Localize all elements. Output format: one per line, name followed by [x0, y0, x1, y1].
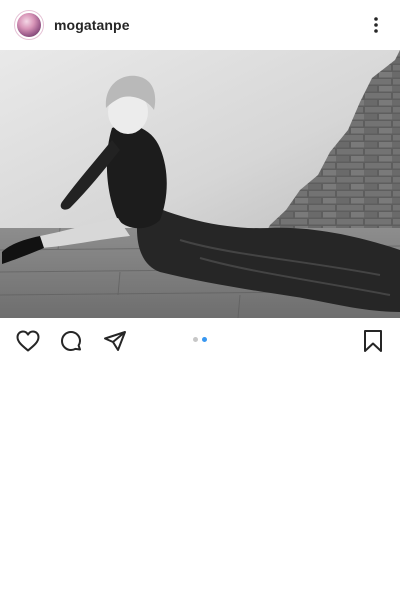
- more-options-button[interactable]: [366, 10, 386, 40]
- carousel-dot-active[interactable]: [202, 337, 207, 342]
- avatar-image: [17, 13, 41, 37]
- bookmark-icon: [364, 330, 382, 352]
- post-photo-artwork: [0, 50, 400, 318]
- share-button[interactable]: [102, 328, 128, 354]
- carousel-dot[interactable]: [193, 337, 198, 342]
- post-photo[interactable]: [0, 50, 400, 318]
- carousel-indicator: [193, 337, 207, 342]
- comment-button[interactable]: [58, 328, 84, 354]
- paper-plane-icon: [104, 331, 126, 351]
- post-header: mogatanpe: [0, 0, 400, 50]
- heart-icon: [16, 330, 40, 352]
- more-vertical-icon: [374, 17, 378, 33]
- post-action-bar: [0, 318, 400, 362]
- avatar[interactable]: [14, 10, 44, 40]
- username[interactable]: mogatanpe: [54, 17, 130, 33]
- save-button[interactable]: [360, 328, 386, 354]
- comment-icon: [61, 331, 81, 351]
- like-button[interactable]: [15, 328, 41, 354]
